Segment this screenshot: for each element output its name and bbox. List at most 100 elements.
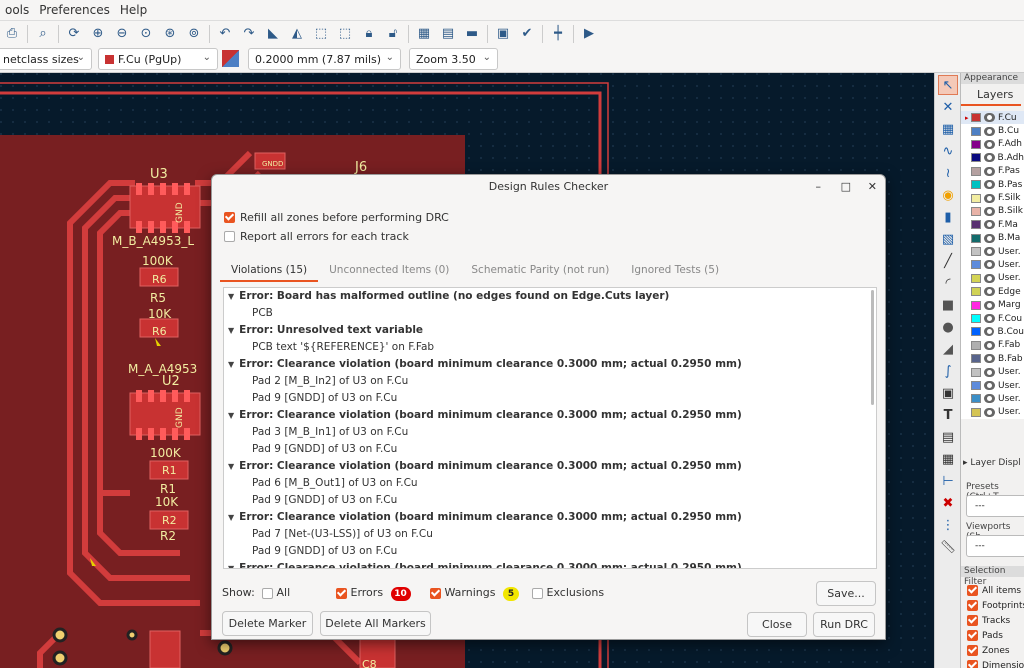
eye-icon[interactable]	[984, 166, 995, 176]
minimize-icon[interactable]: –	[816, 175, 822, 199]
rotate-cw-icon[interactable]: ↷	[239, 24, 259, 44]
eye-icon[interactable]	[984, 314, 995, 324]
flip-icon[interactable]: ◣	[263, 24, 283, 44]
netlist-icon[interactable]: ▦	[414, 24, 434, 44]
violation-row[interactable]: ▼ Error: Clearance violation (board minim…	[224, 509, 876, 526]
zoom-select[interactable]: Zoom 3.50 ⌄	[409, 48, 498, 70]
scripting-console-icon[interactable]: ▶	[579, 24, 599, 44]
layer-color-swatch[interactable]	[971, 407, 981, 417]
layer-color-swatch[interactable]	[971, 340, 981, 350]
layer-row[interactable]: B.Adh	[961, 151, 1024, 164]
delete-tool-icon[interactable]: ✖	[938, 493, 958, 513]
board-setup-icon[interactable]: ▬	[462, 24, 482, 44]
violations-scrollbar[interactable]	[871, 290, 874, 405]
violation-item[interactable]: Pad 9 [GNDD] of U3 on F.Cu	[224, 492, 876, 509]
selection-filter-item[interactable]: Dimension	[967, 658, 1024, 668]
layer-color-swatch[interactable]	[971, 233, 981, 243]
layer-color-swatch[interactable]	[971, 193, 981, 203]
expand-arrow-icon[interactable]: ▼	[228, 411, 234, 420]
draw-rectangle-icon[interactable]: ■	[938, 295, 958, 315]
expand-arrow-icon[interactable]: ▼	[228, 292, 234, 301]
violation-item[interactable]: Pad 9 [GNDD] of U3 on F.Cu	[224, 390, 876, 407]
route-track-icon[interactable]: ∿	[938, 141, 958, 161]
show-errors-checkbox[interactable]	[336, 587, 347, 599]
selection-filter-item[interactable]: Zones	[967, 643, 1024, 658]
eye-icon[interactable]	[984, 113, 995, 123]
tab-ignored-tests[interactable]: Ignored Tests (5)	[620, 258, 730, 282]
layer-color-swatch[interactable]	[971, 166, 981, 176]
add-text-icon[interactable]: T	[938, 405, 958, 425]
violation-item[interactable]: Pad 2 [M_B_In2] of U3 on F.Cu	[224, 373, 876, 390]
layer-color-swatch[interactable]	[971, 113, 981, 123]
layer-row[interactable]: Marg	[961, 298, 1024, 311]
layer-color-swatch[interactable]	[971, 260, 981, 270]
layer-row[interactable]: B.Pas	[961, 178, 1024, 191]
draw-polygon-icon[interactable]: ◢	[938, 339, 958, 359]
layer-row[interactable]: B.Ma	[961, 232, 1024, 245]
eye-icon[interactable]	[984, 354, 995, 364]
layer-color-swatch[interactable]	[971, 287, 981, 297]
eye-icon[interactable]	[984, 273, 995, 283]
eye-icon[interactable]	[984, 300, 995, 310]
draw-line-icon[interactable]: ╱	[938, 251, 958, 271]
layer-row[interactable]: F.Fab	[961, 339, 1024, 352]
layer-row[interactable]: B.Silk	[961, 205, 1024, 218]
eye-icon[interactable]	[984, 220, 995, 230]
violation-item[interactable]: Pad 9 [GNDD] of U3 on F.Cu	[224, 441, 876, 458]
eye-icon[interactable]	[983, 327, 995, 337]
violation-row[interactable]: ▼ Error: Unresolved text variable	[224, 322, 876, 339]
layer-pair-icon[interactable]	[222, 50, 239, 67]
expand-arrow-icon[interactable]: ▼	[228, 360, 234, 369]
measure-icon[interactable]: 📏︎	[938, 537, 958, 557]
layer-row[interactable]: F.Ma	[961, 218, 1024, 231]
show-all-checkbox[interactable]	[262, 587, 273, 599]
zoom-in-icon[interactable]: ⊕	[88, 24, 108, 44]
footprint-library-icon[interactable]: ▤	[438, 24, 458, 44]
eye-icon[interactable]	[984, 287, 995, 297]
add-dimension-icon[interactable]: ⊢	[938, 471, 958, 491]
run-drc-button[interactable]: Run DRC	[813, 612, 875, 637]
draw-bezier-icon[interactable]: ∫	[938, 361, 958, 381]
layer-color-swatch[interactable]	[971, 394, 981, 404]
tab-violations[interactable]: Violations (15)	[220, 258, 319, 282]
layer-color-swatch[interactable]	[971, 367, 981, 377]
eye-icon[interactable]	[984, 126, 995, 136]
add-table-icon[interactable]: ▦	[938, 449, 958, 469]
find-icon[interactable]: ⌕	[33, 24, 53, 44]
eye-icon[interactable]	[984, 180, 995, 190]
violation-item[interactable]: Pad 3 [M_B_In1] of U3 on F.Cu	[224, 424, 876, 441]
eye-icon[interactable]	[984, 193, 995, 203]
layer-color-swatch[interactable]	[970, 153, 981, 163]
layer-color-swatch[interactable]	[971, 247, 981, 257]
delete-marker-button[interactable]: Delete Marker	[222, 611, 313, 636]
selection-filter-item[interactable]: All items	[967, 583, 1024, 598]
zoom-objects-icon[interactable]: ⊛	[160, 24, 180, 44]
report-all-option[interactable]: Report all errors for each track	[224, 230, 409, 243]
layer-row[interactable]: User.	[961, 272, 1024, 285]
violation-row[interactable]: ▼ Error: Clearance violation (board minim…	[224, 356, 876, 373]
layer-color-swatch[interactable]	[971, 314, 981, 324]
layer-color-swatch[interactable]	[971, 220, 981, 230]
layer-row[interactable]: B.Cou	[961, 325, 1024, 338]
eye-icon[interactable]	[984, 367, 995, 377]
violation-item[interactable]: Pad 7 [Net-(U3-LSS)] of U3 on F.Cu	[224, 526, 876, 543]
filter-checkbox[interactable]	[967, 585, 978, 596]
add-footprint-icon[interactable]: ▮	[938, 207, 958, 227]
violation-row[interactable]: ▼ Error: Clearance violation (board minim…	[224, 407, 876, 424]
eye-icon[interactable]	[984, 247, 995, 257]
grid-select[interactable]: 0.2000 mm (7.87 mils) ⌄	[248, 48, 401, 70]
add-zone-icon[interactable]: ▧	[938, 229, 958, 249]
grid-origin-icon[interactable]: ⋮	[938, 515, 958, 535]
route-icon[interactable]: ┿	[548, 24, 568, 44]
update-pcb-icon[interactable]: ▣	[493, 24, 513, 44]
draw-arc-icon[interactable]: ◜	[938, 273, 958, 293]
show-errors-option[interactable]: Errors 10	[336, 586, 411, 601]
eye-icon[interactable]	[984, 233, 995, 243]
layer-row[interactable]: User.	[961, 392, 1024, 405]
layer-display-options[interactable]: ▸ Layer Displ	[963, 458, 1021, 468]
eye-icon[interactable]	[984, 394, 995, 404]
layer-color-swatch[interactable]	[971, 139, 981, 149]
report-all-checkbox[interactable]	[224, 231, 235, 242]
violation-item[interactable]: Pad 6 [M_B_Out1] of U3 on F.Cu	[224, 475, 876, 492]
filter-checkbox[interactable]	[967, 645, 978, 656]
